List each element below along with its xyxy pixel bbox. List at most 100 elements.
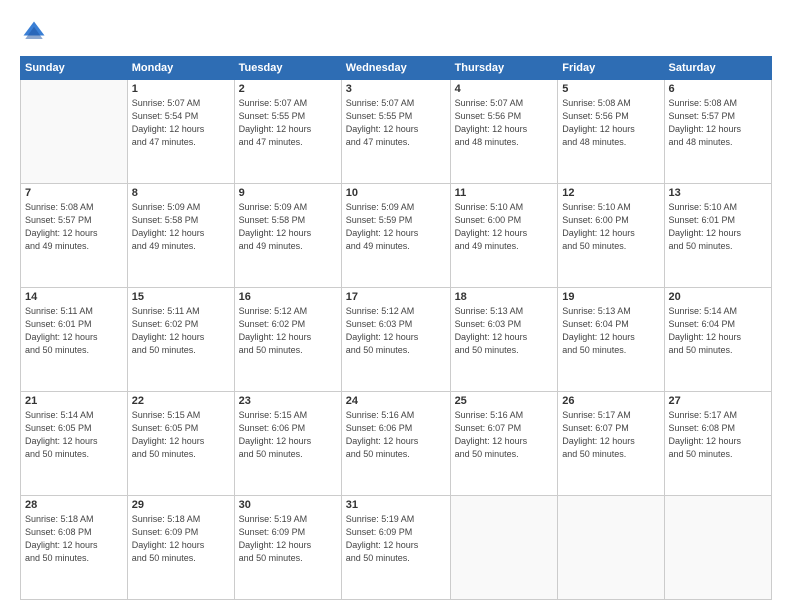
col-header-tuesday: Tuesday <box>234 57 341 80</box>
col-header-wednesday: Wednesday <box>341 57 450 80</box>
calendar-cell: 8 Sunrise: 5:09 AM Sunset: 5:58 PM Daylig… <box>127 184 234 288</box>
calendar-cell: 19 Sunrise: 5:13 AM Sunset: 6:04 PM Dayli… <box>558 288 664 392</box>
day-info: Sunrise: 5:08 AM Sunset: 5:56 PM Dayligh… <box>562 97 659 149</box>
day-info: Sunrise: 5:10 AM Sunset: 6:00 PM Dayligh… <box>562 201 659 253</box>
day-info: Sunrise: 5:08 AM Sunset: 5:57 PM Dayligh… <box>25 201 123 253</box>
day-info: Sunrise: 5:18 AM Sunset: 6:09 PM Dayligh… <box>132 513 230 565</box>
calendar-cell: 3 Sunrise: 5:07 AM Sunset: 5:55 PM Daylig… <box>341 80 450 184</box>
calendar-cell <box>664 496 771 600</box>
day-info: Sunrise: 5:09 AM Sunset: 5:58 PM Dayligh… <box>132 201 230 253</box>
day-info: Sunrise: 5:10 AM Sunset: 6:00 PM Dayligh… <box>455 201 554 253</box>
logo <box>20 18 52 46</box>
calendar-cell: 2 Sunrise: 5:07 AM Sunset: 5:55 PM Daylig… <box>234 80 341 184</box>
day-info: Sunrise: 5:17 AM Sunset: 6:07 PM Dayligh… <box>562 409 659 461</box>
day-info: Sunrise: 5:12 AM Sunset: 6:03 PM Dayligh… <box>346 305 446 357</box>
col-header-sunday: Sunday <box>21 57 128 80</box>
calendar-cell: 24Sunrise: 5:16 AM Sunset: 6:06 PM Dayli… <box>341 392 450 496</box>
calendar-cell <box>558 496 664 600</box>
day-number: 12 <box>562 187 659 199</box>
day-number: 4 <box>455 83 554 95</box>
day-number: 16 <box>239 291 337 303</box>
day-number: 20 <box>669 291 767 303</box>
calendar-cell: 15 Sunrise: 5:11 AM Sunset: 6:02 PM Dayli… <box>127 288 234 392</box>
col-header-monday: Monday <box>127 57 234 80</box>
calendar-cell: 5 Sunrise: 5:08 AM Sunset: 5:56 PM Daylig… <box>558 80 664 184</box>
day-info: Sunrise: 5:07 AM Sunset: 5:56 PM Dayligh… <box>455 97 554 149</box>
day-info: Sunrise: 5:19 AM Sunset: 6:09 PM Dayligh… <box>346 513 446 565</box>
day-info: Sunrise: 5:13 AM Sunset: 6:03 PM Dayligh… <box>455 305 554 357</box>
day-info: Sunrise: 5:13 AM Sunset: 6:04 PM Dayligh… <box>562 305 659 357</box>
col-header-saturday: Saturday <box>664 57 771 80</box>
day-info: Sunrise: 5:09 AM Sunset: 5:59 PM Dayligh… <box>346 201 446 253</box>
calendar-cell: 14 Sunrise: 5:11 AM Sunset: 6:01 PM Dayli… <box>21 288 128 392</box>
calendar-cell <box>450 496 558 600</box>
logo-icon <box>20 18 48 46</box>
week-row-5: 28 Sunrise: 5:18 AM Sunset: 6:08 PM Dayli… <box>21 496 772 600</box>
day-number: 17 <box>346 291 446 303</box>
calendar-cell: 12 Sunrise: 5:10 AM Sunset: 6:00 PM Dayli… <box>558 184 664 288</box>
calendar-cell: 13Sunrise: 5:10 AM Sunset: 6:01 PM Dayli… <box>664 184 771 288</box>
day-number: 14 <box>25 291 123 303</box>
day-number: 23 <box>239 395 337 407</box>
day-info: Sunrise: 5:17 AM Sunset: 6:08 PM Dayligh… <box>669 409 767 461</box>
day-number: 24 <box>346 395 446 407</box>
week-row-4: 21 Sunrise: 5:14 AM Sunset: 6:05 PM Dayli… <box>21 392 772 496</box>
day-number: 22 <box>132 395 230 407</box>
day-number: 19 <box>562 291 659 303</box>
calendar-cell: 16Sunrise: 5:12 AM Sunset: 6:02 PM Dayli… <box>234 288 341 392</box>
calendar-cell: 6 Sunrise: 5:08 AM Sunset: 5:57 PM Daylig… <box>664 80 771 184</box>
col-header-thursday: Thursday <box>450 57 558 80</box>
day-info: Sunrise: 5:11 AM Sunset: 6:01 PM Dayligh… <box>25 305 123 357</box>
calendar-cell: 25 Sunrise: 5:16 AM Sunset: 6:07 PM Dayli… <box>450 392 558 496</box>
calendar-cell: 31 Sunrise: 5:19 AM Sunset: 6:09 PM Dayli… <box>341 496 450 600</box>
day-info: Sunrise: 5:08 AM Sunset: 5:57 PM Dayligh… <box>669 97 767 149</box>
day-info: Sunrise: 5:19 AM Sunset: 6:09 PM Dayligh… <box>239 513 337 565</box>
day-info: Sunrise: 5:07 AM Sunset: 5:55 PM Dayligh… <box>346 97 446 149</box>
calendar-cell: 29 Sunrise: 5:18 AM Sunset: 6:09 PM Dayli… <box>127 496 234 600</box>
day-number: 2 <box>239 83 337 95</box>
calendar-header-row: SundayMondayTuesdayWednesdayThursdayFrid… <box>21 57 772 80</box>
day-number: 5 <box>562 83 659 95</box>
day-number: 25 <box>455 395 554 407</box>
day-number: 18 <box>455 291 554 303</box>
day-number: 30 <box>239 499 337 511</box>
day-info: Sunrise: 5:07 AM Sunset: 5:54 PM Dayligh… <box>132 97 230 149</box>
day-number: 3 <box>346 83 446 95</box>
calendar-cell: 27 Sunrise: 5:17 AM Sunset: 6:08 PM Dayli… <box>664 392 771 496</box>
calendar-cell: 18 Sunrise: 5:13 AM Sunset: 6:03 PM Dayli… <box>450 288 558 392</box>
day-number: 6 <box>669 83 767 95</box>
header <box>20 18 772 46</box>
day-number: 11 <box>455 187 554 199</box>
day-number: 26 <box>562 395 659 407</box>
day-number: 29 <box>132 499 230 511</box>
calendar-cell <box>21 80 128 184</box>
day-number: 31 <box>346 499 446 511</box>
day-number: 13 <box>669 187 767 199</box>
calendar-cell: 30 Sunrise: 5:19 AM Sunset: 6:09 PM Dayli… <box>234 496 341 600</box>
day-info: Sunrise: 5:14 AM Sunset: 6:05 PM Dayligh… <box>25 409 123 461</box>
calendar-cell: 20Sunrise: 5:14 AM Sunset: 6:04 PM Dayli… <box>664 288 771 392</box>
week-row-2: 7 Sunrise: 5:08 AM Sunset: 5:57 PM Daylig… <box>21 184 772 288</box>
page: SundayMondayTuesdayWednesdayThursdayFrid… <box>0 0 792 612</box>
calendar-cell: 26 Sunrise: 5:17 AM Sunset: 6:07 PM Dayli… <box>558 392 664 496</box>
calendar-cell: 23Sunrise: 5:15 AM Sunset: 6:06 PM Dayli… <box>234 392 341 496</box>
day-number: 8 <box>132 187 230 199</box>
week-row-1: 1 Sunrise: 5:07 AM Sunset: 5:54 PM Daylig… <box>21 80 772 184</box>
calendar-cell: 7 Sunrise: 5:08 AM Sunset: 5:57 PM Daylig… <box>21 184 128 288</box>
calendar-cell: 28 Sunrise: 5:18 AM Sunset: 6:08 PM Dayli… <box>21 496 128 600</box>
calendar-cell: 1 Sunrise: 5:07 AM Sunset: 5:54 PM Daylig… <box>127 80 234 184</box>
day-info: Sunrise: 5:18 AM Sunset: 6:08 PM Dayligh… <box>25 513 123 565</box>
day-number: 21 <box>25 395 123 407</box>
day-number: 1 <box>132 83 230 95</box>
day-number: 15 <box>132 291 230 303</box>
day-info: Sunrise: 5:16 AM Sunset: 6:07 PM Dayligh… <box>455 409 554 461</box>
day-info: Sunrise: 5:15 AM Sunset: 6:05 PM Dayligh… <box>132 409 230 461</box>
col-header-friday: Friday <box>558 57 664 80</box>
day-info: Sunrise: 5:07 AM Sunset: 5:55 PM Dayligh… <box>239 97 337 149</box>
day-number: 28 <box>25 499 123 511</box>
day-number: 9 <box>239 187 337 199</box>
day-number: 27 <box>669 395 767 407</box>
calendar-cell: 9Sunrise: 5:09 AM Sunset: 5:58 PM Daylig… <box>234 184 341 288</box>
day-number: 7 <box>25 187 123 199</box>
day-info: Sunrise: 5:11 AM Sunset: 6:02 PM Dayligh… <box>132 305 230 357</box>
